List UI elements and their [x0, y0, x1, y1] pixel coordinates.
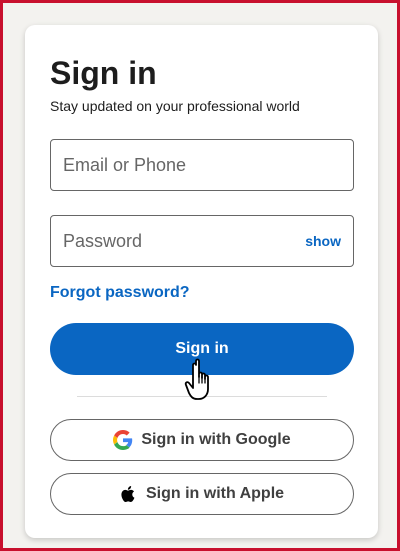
apple-logo-icon — [120, 484, 138, 504]
google-g-icon — [113, 430, 133, 450]
page-subtitle: Stay updated on your professional world — [50, 98, 300, 114]
password-field[interactable]: show — [50, 215, 354, 267]
show-password-button[interactable]: show — [305, 233, 353, 249]
email-field[interactable] — [50, 139, 354, 191]
forgot-password-link[interactable]: Forgot password? — [50, 283, 190, 303]
page-title: Sign in — [50, 55, 157, 91]
sign-in-button[interactable]: Sign in — [50, 323, 354, 375]
email-input[interactable] — [51, 140, 353, 190]
divider — [77, 396, 327, 397]
sign-in-with-apple-button[interactable]: Sign in with Apple — [50, 473, 354, 515]
sign-in-with-google-button[interactable]: Sign in with Google — [50, 419, 354, 461]
sign-in-button-label: Sign in — [175, 340, 229, 357]
password-input[interactable] — [51, 216, 306, 266]
google-button-label: Sign in with Google — [141, 431, 291, 448]
apple-button-label: Sign in with Apple — [145, 485, 285, 502]
sign-in-card: Sign in Stay updated on your professiona… — [25, 25, 378, 538]
